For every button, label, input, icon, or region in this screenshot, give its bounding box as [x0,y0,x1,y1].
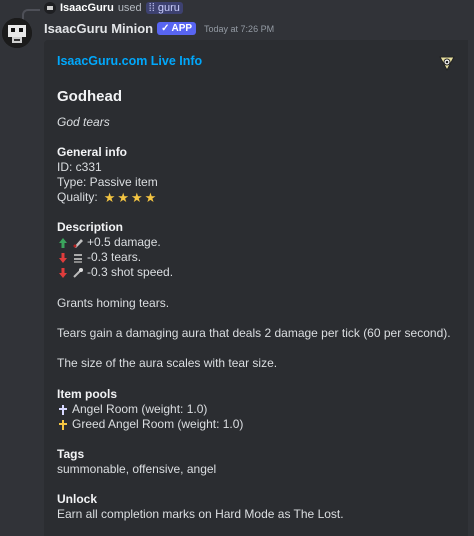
embed-author-link[interactable]: IsaacGuru.com Live Info [57,54,202,68]
angel-cross-icon [59,404,67,415]
star-icon: ★ [117,190,129,205]
replied-user-avatar[interactable] [44,2,56,14]
field-title: Unlock [57,492,98,506]
pool-item: Greed Angel Room (weight: 1.0) [57,417,243,432]
stat-line-shot-speed: -0.3 shot speed. [57,265,173,280]
field-title: General info [57,145,128,159]
item-type: Type: Passive item [57,175,158,189]
embed-thumbnail-godhead-icon[interactable] [438,54,456,72]
embed-description: God tears [57,115,110,129]
star-icon: ★ [103,190,116,205]
greed-angel-cross-icon [59,419,67,430]
damage-icon [73,238,83,248]
star-icon: ★ [144,190,157,205]
command-name: guru [157,2,180,14]
stat-line-damage: +0.5 damage. [57,235,173,250]
field-title: Item pools [57,387,118,401]
tags-value: summonable, offensive, angel [57,462,217,476]
command-icon: ⁞⁞ [148,2,158,14]
stat-text: +0.5 damage. [87,235,161,249]
app-badge-label: APP [171,23,193,34]
stat-text: -0.3 shot speed. [87,265,174,279]
item-id: ID: c331 [57,160,102,174]
field-tags: Tags summonable, offensive, angel [57,447,216,477]
embed-card: IsaacGuru.com Live Info Godhead God tear… [44,40,468,536]
tears-icon [74,253,82,263]
slash-command[interactable]: ⁞⁞ guru [145,2,183,14]
pool-item: Angel Room (weight: 1.0) [57,402,243,417]
bot-avatar[interactable] [2,18,32,48]
star-icon: ★ [131,190,143,205]
reply-reference[interactable]: IsaacGuru used ⁞⁞ guru [44,0,183,16]
app-badge: ✓ APP [157,22,197,35]
reply-used-text: used [117,2,142,14]
bot-username[interactable]: IsaacGuru Minion [44,21,153,36]
message-timestamp[interactable]: Today at 7:26 PM [204,24,274,34]
field-description: Description +0.5 damage. -0.3 tears. -0.… [57,220,173,280]
stat-text: -0.3 tears. [87,250,142,264]
field-item-pools: Item pools Angel Room (weight: 1.0) Gree… [57,387,243,432]
field-title: Description [57,220,124,234]
pool-item-text: Greed Angel Room (weight: 1.0) [72,417,244,431]
replied-username[interactable]: IsaacGuru [60,2,114,14]
field-unlock: Unlock Earn all completion marks on Hard… [57,492,344,522]
down-arrow-icon [59,252,67,263]
field-general-info: General info ID: c331 Type: Passive item… [57,145,158,205]
item-quality: Quality: ★ ★ ★ ★ [57,190,158,205]
embed-title: Godhead [57,88,123,105]
description-paragraph: Tears gain a damaging aura that deals 2 … [57,326,451,340]
pool-item-text: Angel Room (weight: 1.0) [72,402,208,416]
shot-speed-icon [73,267,83,278]
unlock-value: Earn all completion marks on Hard Mode a… [57,507,344,521]
quality-label: Quality: [57,190,98,204]
verified-check-icon: ✓ [161,23,170,34]
description-paragraph: Grants homing tears. [57,296,170,310]
quality-stars: ★ ★ ★ ★ [104,191,157,204]
stat-line-tears: -0.3 tears. [57,250,173,265]
field-title: Tags [57,447,85,461]
up-arrow-icon [59,237,67,248]
description-paragraph: The size of the aura scales with tear si… [57,356,278,370]
down-arrow-icon [59,267,67,278]
message-header: IsaacGuru Minion ✓ APP Today at 7:26 PM [44,21,274,36]
